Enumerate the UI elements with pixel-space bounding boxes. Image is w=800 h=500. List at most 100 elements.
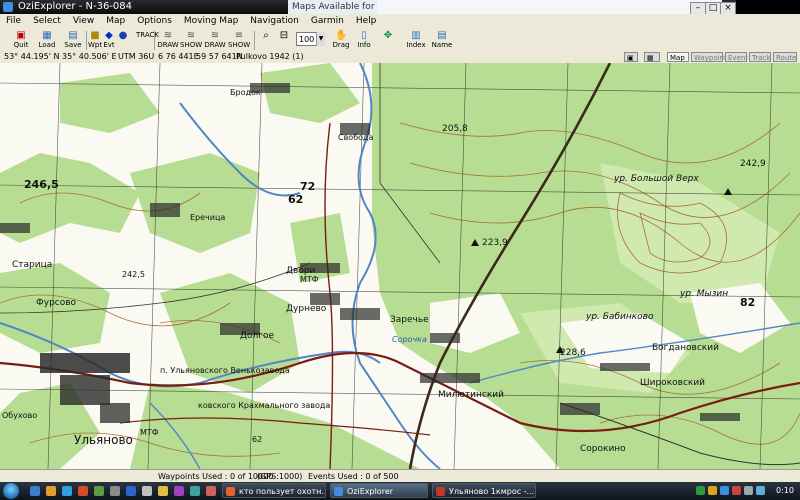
app-quicklaunch-icon-8[interactable] — [206, 486, 216, 496]
load-button[interactable]: ▦ Load — [34, 30, 60, 51]
tab-event[interactable]: Event — [725, 52, 748, 62]
show-button[interactable]: ≋ SHOW — [180, 30, 202, 51]
tab-map[interactable]: Map — [667, 52, 689, 62]
datum-readout: Pulkovo 1942 (1) — [236, 52, 304, 61]
browser-icon[interactable] — [62, 486, 72, 496]
wpt-label: Wpt — [88, 41, 103, 49]
track-button[interactable]: TRACK — [131, 30, 159, 51]
event-icon: ◆ — [105, 30, 113, 41]
task-browser-label: кто пользует охотн... — [239, 487, 326, 496]
maps-available-window-title[interactable]: Maps Available for this Position — [288, 0, 377, 14]
monitor-icon[interactable]: ▦ — [644, 52, 660, 62]
menu-help[interactable]: Help — [350, 14, 383, 29]
info-button[interactable]: ▯ Info — [354, 30, 374, 51]
tray-icon-app[interactable] — [720, 486, 729, 495]
info-label: Info — [357, 41, 371, 49]
map-label-staritsa: Старица — [12, 260, 53, 270]
map-label-grid-72: 72 — [300, 180, 316, 193]
app-quicklaunch-icon[interactable] — [94, 486, 104, 496]
zoom-out-button[interactable]: ⊟ — [276, 30, 292, 51]
load-label: Load — [38, 41, 56, 49]
map-label-elevation-246: 246,5 — [24, 178, 59, 191]
quit-icon: ▣ — [16, 30, 26, 41]
draw-track-button[interactable]: ≋ DRAW — [204, 30, 226, 51]
menu-view[interactable]: View — [67, 14, 100, 29]
save-button[interactable]: ▤ Save — [60, 30, 86, 51]
number-button[interactable]: ● — [116, 30, 130, 51]
menu-moving-map[interactable]: Moving Map — [178, 14, 244, 29]
show-label-2: SHOW — [228, 41, 251, 49]
map-label-bogdanovsky: Богдановский — [652, 343, 719, 353]
tray-icon-volume[interactable] — [744, 486, 753, 495]
map-label-babinkovo: ур. Бабинково — [586, 312, 654, 322]
app-quicklaunch-icon-3[interactable] — [126, 486, 136, 496]
show-track-button[interactable]: ≡ SHOW — [228, 30, 250, 51]
clock[interactable]: 0:10 — [776, 482, 794, 500]
quit-button[interactable]: ▣ Quit — [8, 30, 34, 51]
app-icon — [3, 2, 13, 12]
start-button[interactable] — [3, 483, 19, 499]
index-button[interactable]: ▥ Index — [404, 30, 428, 51]
windows-taskbar: кто пользует охотн... OziExplorer Ульяно… — [0, 482, 800, 500]
app-quicklaunch-icon-6[interactable] — [174, 486, 184, 496]
status-bar: Waypoints Used : 0 of 10000 (GPS:1000) E… — [0, 469, 800, 483]
draw-route-button[interactable]: ≋ DRAW — [157, 30, 179, 51]
tray-icon-network[interactable] — [696, 486, 705, 495]
app-quicklaunch-icon-2[interactable] — [110, 486, 120, 496]
index-icon: ▥ — [411, 30, 421, 41]
map-label-furssovo: Фурсово — [36, 298, 77, 308]
name-icon: ▤ — [437, 30, 447, 41]
media-icon[interactable] — [78, 486, 88, 496]
app-quicklaunch-icon-5[interactable] — [158, 486, 168, 496]
map-label-elevation-223: 223,9 — [482, 238, 508, 248]
waypoint-icon: ■ — [90, 30, 100, 41]
numbered-marker-icon: ● — [118, 30, 128, 41]
show-desktop-icon[interactable] — [30, 486, 40, 496]
show-label: SHOW — [180, 41, 203, 49]
map-label-sorochka-river: Сорочка — [392, 335, 427, 344]
menu-map[interactable]: Map — [100, 14, 131, 29]
tray-icon-language[interactable] — [756, 486, 765, 495]
app-quicklaunch-icon-7[interactable] — [190, 486, 200, 496]
oziexplorer-icon — [334, 487, 343, 496]
tab-route[interactable]: Route — [773, 52, 797, 62]
menu-select[interactable]: Select — [27, 14, 67, 29]
menu-bar: File Select View Map Options Moving Map … — [0, 14, 800, 29]
map-label-dolgoe: Долгое — [240, 331, 275, 341]
utm-zone: UTM 36U — [118, 52, 155, 61]
map-label-grid-62: 62 — [288, 193, 304, 206]
map-label-mtf: МТФ — [300, 275, 319, 284]
event-button[interactable]: ◆ Evt — [102, 30, 116, 51]
window-title: OziExplorer - N-36-084 — [18, 1, 133, 12]
tab-waypoint[interactable]: Waypoint — [691, 52, 727, 62]
chevron-down-icon[interactable]: ▼ — [316, 32, 325, 46]
map-canvas[interactable]: Ульяново Старица Фурсово 246,5 242,5 Ере… — [0, 63, 800, 469]
map-label-factory: п. Ульяновского Венькозавода — [160, 366, 290, 375]
folder-icon[interactable] — [46, 486, 56, 496]
tray-icon-security[interactable] — [708, 486, 717, 495]
hand-icon: ✋ — [335, 30, 348, 41]
move-button[interactable]: ✥ — [377, 30, 399, 51]
task-image-viewer[interactable]: Ульяново 1кмрос -... — [432, 483, 536, 498]
toolbar: ▣ Quit ▦ Load ▤ Save ■ Wpt ◆ Evt ● TRACK… — [0, 29, 800, 52]
app-quicklaunch-icon-4[interactable] — [142, 486, 152, 496]
show-track-icon: ≡ — [234, 30, 244, 41]
tab-track[interactable]: Track — [749, 52, 771, 62]
menu-options[interactable]: Options — [131, 14, 178, 29]
zoom-in-button[interactable]: ⌕ — [258, 30, 274, 51]
menu-navigation[interactable]: Navigation — [244, 14, 305, 29]
task-oziexplorer[interactable]: OziExplorer — [330, 483, 428, 498]
easting-readout: 6 76 441E — [158, 52, 199, 61]
waypoint-button[interactable]: ■ Wpt — [88, 30, 102, 51]
desktop-background — [736, 0, 800, 14]
pin-icon[interactable]: ▣ — [624, 52, 638, 62]
map-label-ulyanovo: Ульяново — [74, 433, 133, 447]
map-label-dugnevo: Дурнево — [286, 304, 327, 314]
name-button[interactable]: ▤ Name — [430, 30, 454, 51]
tray-icon-alert[interactable] — [732, 486, 741, 495]
menu-garmin[interactable]: Garmin — [305, 14, 350, 29]
menu-file[interactable]: File — [0, 14, 27, 29]
task-browser[interactable]: кто пользует охотн... — [222, 483, 326, 498]
maps-available-window[interactable] — [377, 0, 722, 14]
drag-button[interactable]: ✋ Drag — [330, 30, 352, 51]
